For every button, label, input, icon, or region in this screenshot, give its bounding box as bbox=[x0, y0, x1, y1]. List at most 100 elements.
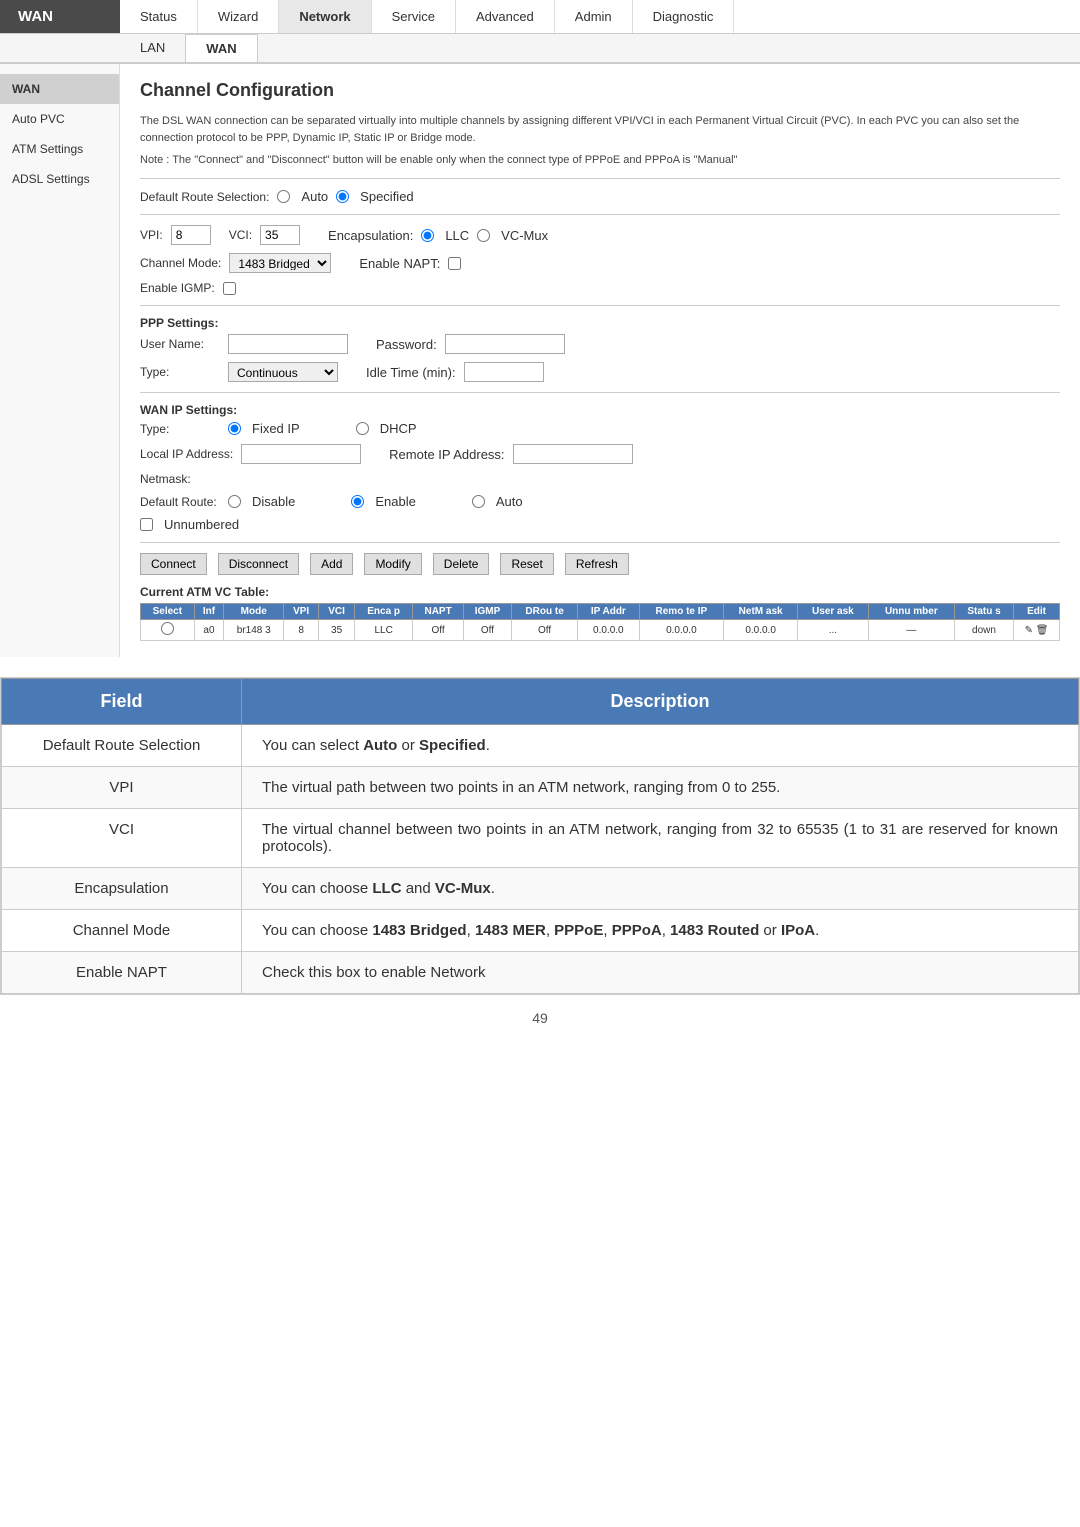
modify-button[interactable]: Modify bbox=[364, 553, 421, 575]
cell-select[interactable] bbox=[141, 620, 195, 641]
idle-time-input[interactable] bbox=[464, 362, 544, 382]
channel-mode-select[interactable]: 1483 Bridged 1483 MER PPPoE PPPoA 1483 R… bbox=[229, 253, 331, 273]
sidebar-item-atm-settings[interactable]: ATM Settings bbox=[0, 134, 119, 164]
connect-button[interactable]: Connect bbox=[140, 553, 207, 575]
desc-col-description: Description bbox=[242, 679, 1079, 725]
disconnect-button[interactable]: Disconnect bbox=[218, 553, 299, 575]
username-input[interactable] bbox=[228, 334, 348, 354]
desc-desc-channel-mode: You can choose 1483 Bridged, 1483 MER, P… bbox=[242, 910, 1079, 952]
desc-field-vci: VCI bbox=[2, 809, 242, 868]
bold-vcmux: VC-Mux bbox=[435, 880, 491, 897]
default-route2-enable-radio[interactable] bbox=[351, 495, 364, 508]
default-route-specified-radio[interactable] bbox=[336, 190, 349, 203]
col-ip: IP Addr bbox=[578, 604, 639, 620]
cell-netmask: 0.0.0.0 bbox=[724, 620, 798, 641]
bold-pppoe: PPPoE bbox=[554, 922, 603, 939]
divider-4 bbox=[140, 392, 1060, 393]
unnumbered-checkbox[interactable] bbox=[140, 518, 153, 531]
encap-llc-label: LLC bbox=[445, 228, 469, 243]
nav-tab-diagnostic[interactable]: Diagnostic bbox=[633, 0, 735, 33]
bold-specified: Specified bbox=[419, 737, 486, 754]
reset-button[interactable]: Reset bbox=[500, 553, 553, 575]
desc-field-encapsulation: Encapsulation bbox=[2, 868, 242, 910]
cell-inf: a0 bbox=[194, 620, 224, 641]
wan-type-fixed-radio[interactable] bbox=[228, 422, 241, 435]
desc-row-vpi: VPI The virtual path between two points … bbox=[2, 767, 1079, 809]
desc-row-channel-mode: Channel Mode You can choose 1483 Bridged… bbox=[2, 910, 1079, 952]
ppp-type-label: Type: bbox=[140, 365, 220, 379]
col-remoteip: Remo te IP bbox=[639, 604, 724, 620]
cell-ip: 0.0.0.0 bbox=[578, 620, 639, 641]
col-userask: User ask bbox=[798, 604, 869, 620]
desc-row-vci: VCI The virtual channel between two poin… bbox=[2, 809, 1079, 868]
desc-row-encapsulation: Encapsulation You can choose LLC and VC-… bbox=[2, 868, 1079, 910]
sidebar-item-adsl-settings[interactable]: ADSL Settings bbox=[0, 164, 119, 194]
password-input[interactable] bbox=[445, 334, 565, 354]
default-route2-label: Default Route: bbox=[140, 495, 220, 509]
sidebar-item-wan[interactable]: WAN bbox=[0, 74, 119, 104]
default-route-specified-label: Specified bbox=[360, 189, 413, 204]
sub-tab-lan[interactable]: LAN bbox=[120, 34, 185, 62]
wan-type-fixed-label: Fixed IP bbox=[252, 421, 300, 436]
vpi-label: VPI: bbox=[140, 228, 163, 242]
col-vpi: VPI bbox=[284, 604, 319, 620]
wan-ip-settings-label: WAN IP Settings: bbox=[140, 403, 1060, 417]
desc-field-enable-napt: Enable NAPT bbox=[2, 952, 242, 994]
default-route-auto-radio[interactable] bbox=[277, 190, 290, 203]
bold-pppoa: PPPoA bbox=[612, 922, 662, 939]
default-route-row: Default Route Selection: Auto Specified bbox=[140, 189, 1060, 204]
enable-igmp-checkbox[interactable] bbox=[223, 282, 236, 295]
desc-table-header-row: Field Description bbox=[2, 679, 1079, 725]
nav-tab-network[interactable]: Network bbox=[279, 0, 371, 33]
add-button[interactable]: Add bbox=[310, 553, 353, 575]
row-select-radio[interactable] bbox=[161, 622, 174, 635]
divider-2 bbox=[140, 214, 1060, 215]
refresh-button[interactable]: Refresh bbox=[565, 553, 629, 575]
desc-field-default-route: Default Route Selection bbox=[2, 725, 242, 767]
channel-mode-row: Channel Mode: 1483 Bridged 1483 MER PPPo… bbox=[140, 253, 1060, 273]
nav-tab-status[interactable]: Status bbox=[120, 0, 198, 33]
nav-tab-admin[interactable]: Admin bbox=[555, 0, 633, 33]
atm-table-title: Current ATM VC Table: bbox=[140, 585, 1060, 599]
nav-tab-wizard[interactable]: Wizard bbox=[198, 0, 279, 33]
sidebar-item-auto-pvc[interactable]: Auto PVC bbox=[0, 104, 119, 134]
cell-droute: Off bbox=[512, 620, 578, 641]
default-route2-auto-radio[interactable] bbox=[472, 495, 485, 508]
cell-igmp: Off bbox=[463, 620, 511, 641]
top-nav: WAN Status Wizard Network Service Advanc… bbox=[0, 0, 1080, 34]
remote-ip-input[interactable] bbox=[513, 444, 633, 464]
enable-igmp-row: Enable IGMP: bbox=[140, 281, 1060, 295]
encap-vcmux-radio[interactable] bbox=[477, 229, 490, 242]
nav-tab-service[interactable]: Service bbox=[372, 0, 456, 33]
wan-type-dhcp-radio[interactable] bbox=[356, 422, 369, 435]
vci-label: VCI: bbox=[229, 228, 252, 242]
atm-table-header-row: Select Inf Mode VPI VCI Enca p NAPT IGMP… bbox=[141, 604, 1060, 620]
col-mode: Mode bbox=[224, 604, 284, 620]
desc-col-field: Field bbox=[2, 679, 242, 725]
vpi-input[interactable] bbox=[171, 225, 211, 245]
col-select: Select bbox=[141, 604, 195, 620]
channel-note: Note : The "Connect" and "Disconnect" bu… bbox=[140, 154, 1060, 166]
local-ip-input[interactable] bbox=[241, 444, 361, 464]
enable-napt-checkbox[interactable] bbox=[448, 257, 461, 270]
desc-field-vpi: VPI bbox=[2, 767, 242, 809]
vci-input[interactable] bbox=[260, 225, 300, 245]
delete-button[interactable]: Delete bbox=[433, 553, 490, 575]
cell-edit[interactable]: ✎ 🗑 bbox=[1014, 620, 1060, 641]
desc-desc-default-route: You can select Auto or Specified. bbox=[242, 725, 1079, 767]
nav-tab-advanced[interactable]: Advanced bbox=[456, 0, 555, 33]
ppp-type-select[interactable]: Continuous Connect on Demand Manual bbox=[228, 362, 338, 382]
idle-time-label: Idle Time (min): bbox=[366, 365, 456, 380]
cell-remoteip: 0.0.0.0 bbox=[639, 620, 724, 641]
page-number: 49 bbox=[0, 995, 1080, 1041]
encap-vcmux-label: VC-Mux bbox=[501, 228, 548, 243]
encap-llc-radio[interactable] bbox=[421, 229, 434, 242]
default-route2-disable-radio[interactable] bbox=[228, 495, 241, 508]
sub-tab-wan[interactable]: WAN bbox=[185, 34, 257, 62]
col-inf: Inf bbox=[194, 604, 224, 620]
default-route2-disable-label: Disable bbox=[252, 494, 295, 509]
cell-enca: LLC bbox=[355, 620, 413, 641]
sub-nav: LAN WAN bbox=[0, 34, 1080, 64]
password-label: Password: bbox=[376, 337, 437, 352]
col-napt: NAPT bbox=[413, 604, 464, 620]
